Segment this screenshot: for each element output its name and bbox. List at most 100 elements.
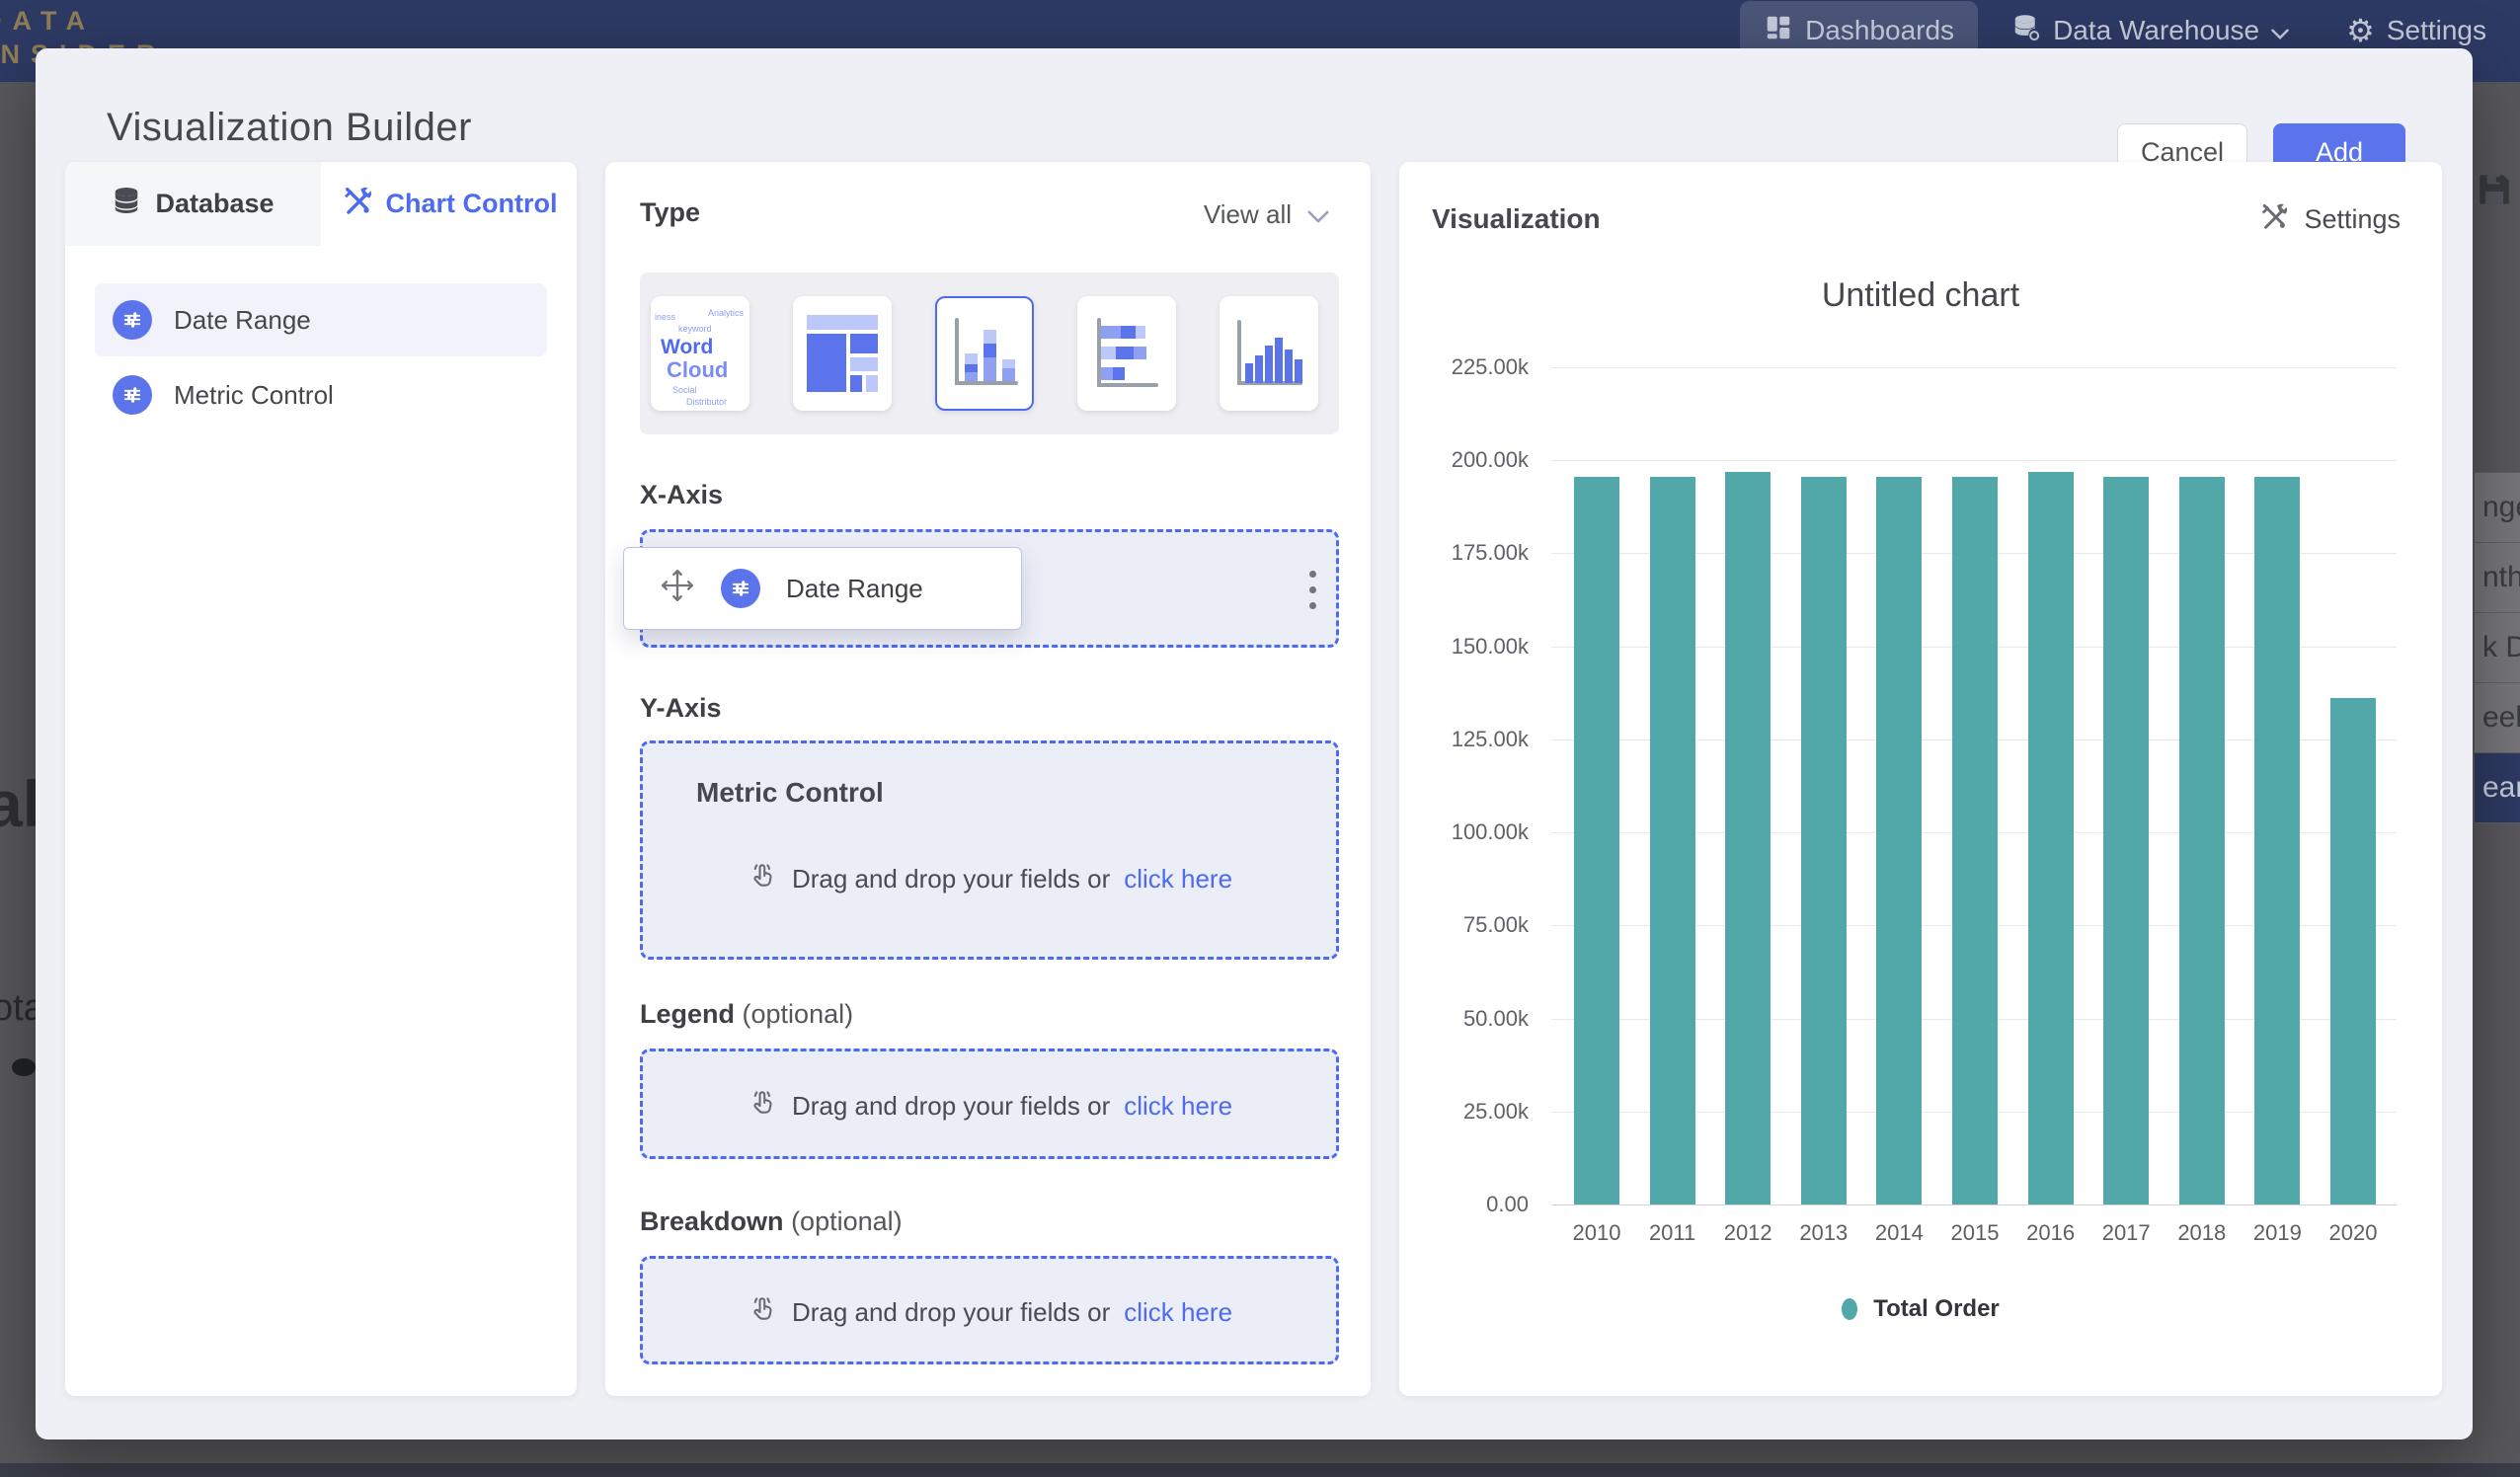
control-field-list: Date Range Metric Control — [65, 283, 577, 431]
y-axis-dropzone[interactable]: Metric Control Drag and drop your fields… — [640, 740, 1339, 960]
gridline — [1551, 460, 2397, 461]
hand-click-icon — [747, 1293, 778, 1332]
type-heading: Type — [640, 197, 700, 228]
drop-placeholder-text: Drag and drop your fields or — [792, 1091, 1110, 1122]
drop-placeholder: Drag and drop your fields or click here — [643, 860, 1336, 898]
nav-item-label: Data Warehouse — [2053, 15, 2259, 46]
chart-legend: Total Order — [1399, 1295, 2442, 1323]
drop-placeholder: Drag and drop your fields or click here — [643, 1087, 1336, 1126]
y-axis-tick-label: 50.00k — [1410, 1006, 1529, 1032]
control-sliders-icon — [113, 300, 152, 340]
nav-item-label: Settings — [2387, 15, 2486, 46]
y-axis-tick-label: 200.00k — [1410, 447, 1529, 473]
chart-bar-2018 — [2179, 477, 2225, 1205]
settings-button[interactable]: Settings — [2258, 201, 2401, 238]
chart-bar-2013 — [1801, 477, 1847, 1205]
field-item-metric-control[interactable]: Metric Control — [95, 358, 547, 431]
control-sliders-icon — [721, 569, 760, 608]
chart-type-strip: inessAnalyticskeywordWordCloudSocialDist… — [640, 272, 1339, 434]
y-axis-heading: Y-Axis — [640, 693, 722, 724]
click-here-link[interactable]: click here — [1124, 1297, 1232, 1328]
gear-icon: ⚙ — [2346, 16, 2375, 45]
move-icon — [660, 568, 695, 610]
chart-bar-2011 — [1650, 477, 1695, 1205]
tab-chart-control[interactable]: Chart Control — [321, 162, 577, 246]
y-axis-tick-label: 125.00k — [1410, 727, 1529, 752]
save-icon — [2473, 168, 2516, 216]
nav-item-label: Dashboards — [1805, 15, 1954, 46]
legend-dropzone[interactable]: Drag and drop your fields or click here — [640, 1049, 1339, 1159]
gridline — [1551, 367, 2397, 368]
hand-click-icon — [747, 1087, 778, 1126]
breakdown-heading: Breakdown (optional) — [640, 1206, 903, 1237]
chart-type-card-stacked-column[interactable] — [935, 296, 1034, 411]
drop-placeholder: Drag and drop your fields or click here — [643, 1293, 1336, 1332]
chart-bar-2010 — [1574, 477, 1619, 1205]
kebab-menu-icon[interactable] — [1309, 571, 1319, 609]
dashboards-grid-icon — [1764, 13, 1793, 49]
background-page-text-fragment: al — [0, 766, 40, 841]
chart-bar-2016 — [2028, 472, 2074, 1205]
background-bullet — [12, 1058, 36, 1076]
database-icon — [112, 186, 141, 222]
drop-placeholder-text: Drag and drop your fields or — [792, 1297, 1110, 1328]
tab-database[interactable]: Database — [65, 162, 321, 246]
chart-bar-2014 — [1876, 477, 1922, 1205]
chart-bar-2017 — [2103, 477, 2149, 1205]
y-axis-tick-label: 75.00k — [1410, 912, 1529, 938]
click-here-link[interactable]: click here — [1124, 1091, 1232, 1122]
y-axis-tick-label: 175.00k — [1410, 540, 1529, 566]
background-menu-item: k Date — [2475, 613, 2520, 683]
logo-line-1: DATA — [0, 4, 167, 38]
hand-click-icon — [747, 860, 778, 898]
visualization-panel: Visualization Settings Untitled chart 22… — [1399, 162, 2442, 1396]
background-dropdown-menu: ngenthlyk Dateeeklyear — [2475, 472, 2520, 823]
y-axis-tick-label: 150.00k — [1410, 634, 1529, 660]
drop-placeholder-text: Drag and drop your fields or — [792, 864, 1110, 894]
y-axis-tick-label: 0.00 — [1410, 1192, 1529, 1217]
tab-label: Database — [155, 189, 274, 219]
chart-type-card-column[interactable] — [1220, 296, 1318, 411]
y-axis-tick-label: 100.00k — [1410, 819, 1529, 845]
y-axis-group-label: Metric Control — [696, 777, 884, 809]
settings-tools-icon — [2258, 201, 2288, 238]
breakdown-dropzone[interactable]: Drag and drop your fields or click here — [640, 1256, 1339, 1364]
tools-icon — [341, 185, 372, 223]
background-menu-item: eekly — [2475, 683, 2520, 753]
fields-panel-tabs: Database Chart Control — [65, 162, 577, 246]
view-all-label: View all — [1204, 199, 1292, 230]
view-all-dropdown[interactable]: View all — [1204, 199, 1329, 230]
builder-panel: Type View all inessAnalyticskeywordWordC… — [605, 162, 1371, 1396]
visualization-builder-modal: Visualization Builder Cancel Add Databas… — [36, 48, 2473, 1439]
settings-label: Settings — [2304, 204, 2401, 235]
visualization-heading: Visualization — [1432, 203, 1601, 235]
bar-chart-plot: 225.00k200.00k175.00k150.00k125.00k100.0… — [1551, 367, 2397, 1205]
modal-title: Visualization Builder — [107, 106, 472, 150]
field-item-date-range[interactable]: Date Range — [95, 283, 547, 356]
field-item-label: Date Range — [174, 305, 311, 336]
background-menu-item: ear — [2475, 753, 2520, 823]
fields-panel: Database Chart Control Date Range Met — [65, 162, 577, 1396]
chart-type-card-treemap[interactable] — [793, 296, 892, 411]
chart-bar-2015 — [1952, 477, 1998, 1205]
background-menu-item: nthly — [2475, 543, 2520, 613]
legend-heading: Legend (optional) — [640, 999, 853, 1030]
field-item-label: Metric Control — [174, 380, 334, 411]
chart-bar-2019 — [2254, 477, 2300, 1205]
background-bottom-bar — [0, 1463, 2520, 1477]
database-icon — [2011, 13, 2041, 49]
legend-label: Total Order — [1873, 1295, 2000, 1323]
drag-card-label: Date Range — [786, 574, 923, 604]
legend-marker — [1842, 1298, 1857, 1320]
background-menu-item: nge — [2475, 473, 2520, 543]
x-axis-label: 2020 — [2309, 1220, 2398, 1246]
chart-type-card-word-cloud[interactable]: inessAnalyticskeywordWordCloudSocialDist… — [651, 296, 749, 411]
y-axis-tick-label: 25.00k — [1410, 1099, 1529, 1125]
chart-bar-2012 — [1725, 472, 1771, 1205]
chart-type-card-stacked-bar[interactable] — [1077, 296, 1176, 411]
date-range-drag-card[interactable]: Date Range — [623, 547, 1022, 630]
chart-bar-2020 — [2330, 698, 2376, 1205]
chart-title: Untitled chart — [1399, 276, 2442, 315]
click-here-link[interactable]: click here — [1124, 864, 1232, 894]
chevron-down-icon — [2271, 15, 2289, 46]
